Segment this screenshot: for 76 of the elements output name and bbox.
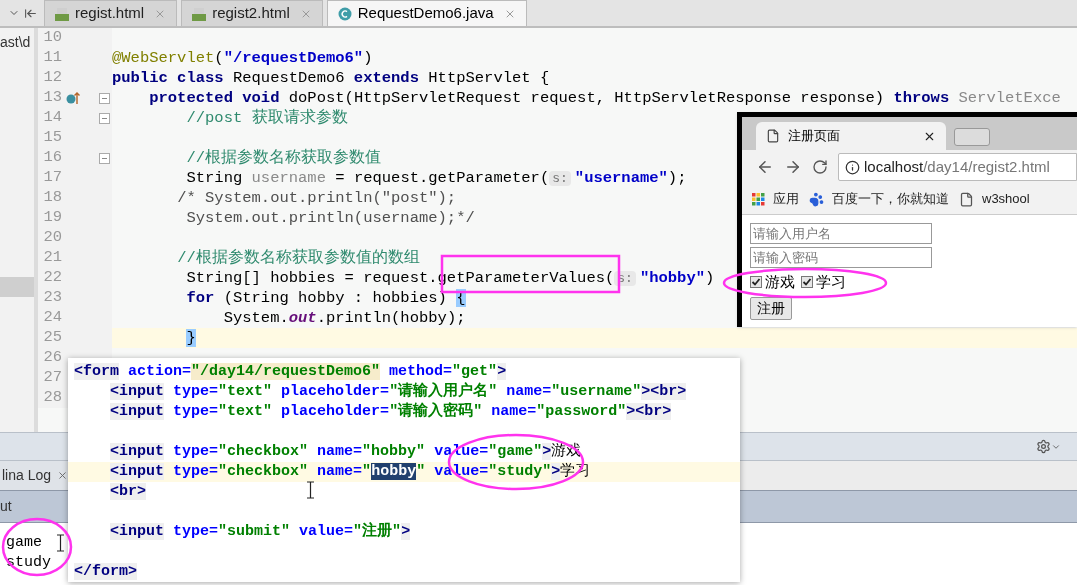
code-line: //根据参数名称获取参数值 — [185, 148, 382, 168]
code-line: <input type="text" placeholder="请输入密码" name="password"><br> — [109, 402, 672, 422]
collapse-icon[interactable] — [23, 6, 37, 20]
code-line: <input type="submit" value="注册"> — [109, 522, 411, 542]
checkbox[interactable] — [801, 276, 813, 289]
line-number: 11 — [42, 47, 62, 69]
code-line: protected void doPost(HttpServletRequest request, HttpServletResponse response) throws ServletExce — [148, 88, 1061, 108]
code-line: <input type="text" placeholder="请输入用户名" name="username"><br> — [109, 382, 687, 402]
text-input[interactable]: 请输入用户名 — [750, 223, 932, 244]
line-number: 27 — [42, 367, 62, 389]
text-input[interactable]: 请输入密码 — [750, 247, 932, 268]
checkbox[interactable] — [750, 276, 762, 289]
text-cursor-icon — [306, 481, 315, 499]
submit-button[interactable]: 注册 — [750, 296, 792, 320]
forward-icon[interactable] — [784, 158, 802, 176]
settings-icon[interactable] — [1036, 439, 1051, 454]
tab-label: RequestDemo6.java — [357, 3, 494, 24]
override-marker-icon[interactable] — [66, 91, 80, 105]
line-number: 14 — [42, 107, 62, 129]
code-line: System.out.println(hobby); — [222, 308, 466, 328]
bookmark[interactable]: 应用 — [752, 189, 799, 209]
reload-icon[interactable] — [812, 159, 828, 175]
line-number: 24 — [42, 307, 62, 329]
project-path: ast\d — [0, 33, 32, 52]
html-file-icon — [192, 6, 207, 21]
checkbox-label: 游戏 — [765, 272, 795, 292]
code-line: //post 获取请求参数 — [185, 108, 348, 128]
new-tab-button[interactable] — [954, 128, 990, 146]
page-icon — [959, 191, 974, 207]
code-line: /* System.out.println("post"); — [176, 188, 457, 208]
line-number: 18 — [42, 187, 62, 209]
panel-tab[interactable]: lina Log — [0, 461, 71, 490]
line-number: 25 — [42, 327, 62, 349]
browser-tab[interactable]: 注册页面 — [756, 122, 946, 150]
line-number: 28 — [42, 387, 62, 409]
editor-tab[interactable]: RequestDemo6.java — [326, 0, 527, 26]
code-line: String username = request.getParameter( s: "username"); — [185, 167, 687, 189]
text-cursor-icon — [56, 534, 65, 552]
line-number: 13 — [42, 87, 62, 109]
line-number: 19 — [42, 207, 62, 229]
code-line: <form action="/day14/requestDemo6" method="get"> — [74, 362, 507, 382]
class-icon — [337, 6, 352, 21]
panel-header: ut — [0, 497, 12, 516]
paw-icon — [809, 191, 824, 207]
line-number: 20 — [42, 227, 62, 249]
fold-marker-icon[interactable] — [99, 92, 110, 104]
page-icon — [766, 129, 780, 143]
bookmark[interactable]: w3shool — [959, 189, 1030, 209]
code-line: System.out.println(username);*/ — [185, 208, 475, 228]
back-icon[interactable] — [756, 158, 774, 176]
tab-label: regist2.html — [212, 3, 290, 24]
checkbox-label: 学习 — [816, 272, 846, 292]
fold-marker-icon[interactable] — [99, 152, 110, 164]
line-number: 26 — [42, 347, 62, 369]
fold-marker-icon[interactable] — [99, 112, 110, 124]
code-line: public class RequestDemo6 extends HttpServlet { — [112, 68, 550, 88]
console-output-line: game — [6, 533, 42, 553]
tab-label: regist.html — [75, 3, 145, 24]
tab-title: 注册页面 — [788, 127, 841, 146]
address-bar[interactable]: localhost/day14/regist2.html — [838, 153, 1077, 181]
code-line: //根据参数名称获取参数值的数组 — [176, 248, 420, 268]
apps-grid-icon — [752, 192, 765, 206]
line-number: 23 — [42, 287, 62, 309]
line-number: 15 — [42, 127, 62, 149]
line-number: 21 — [42, 247, 62, 269]
line-number: 12 — [42, 67, 62, 89]
line-number: 16 — [42, 147, 62, 169]
editor-tab[interactable]: regist2.html — [181, 0, 323, 26]
code-line: @WebServlet("/requestDemo6") — [112, 48, 373, 68]
html-file-icon — [55, 6, 69, 21]
bookmark[interactable]: 百度一下，你就知道 — [809, 189, 949, 209]
line-number: 17 — [42, 167, 62, 189]
line-number: 10 — [42, 27, 62, 49]
info-icon — [845, 159, 860, 175]
editor-tab[interactable]: regist.html — [44, 0, 178, 26]
line-number: 22 — [42, 267, 62, 289]
